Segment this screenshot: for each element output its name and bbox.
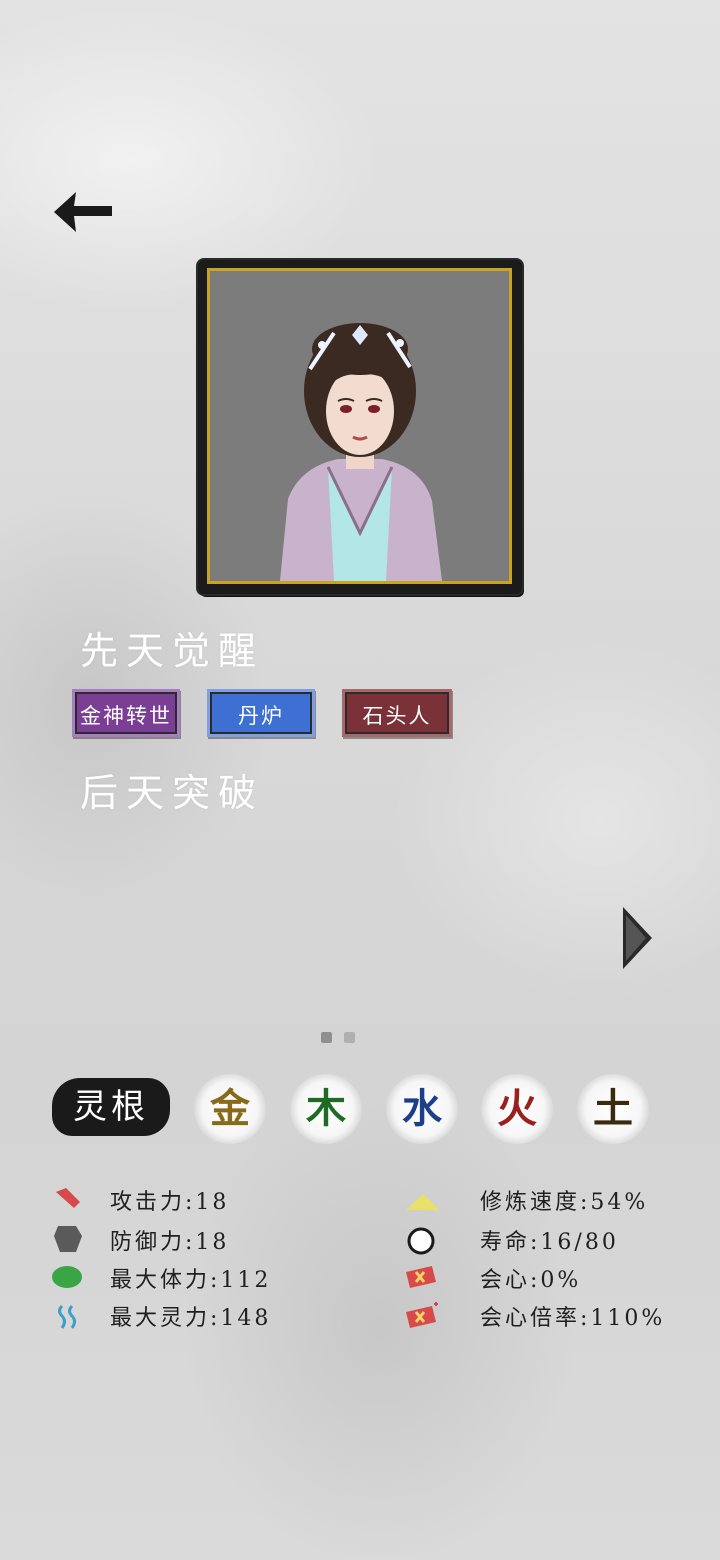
stat-defense: 防御力:18 [110,1230,230,1255]
element-water[interactable]: 水 [386,1074,458,1144]
stat-max-stamina: 最大体力:112 [110,1268,272,1293]
spirit-energy-icon [54,1304,86,1332]
stat-critical: 会心:0% [480,1268,582,1293]
health-icon [50,1264,82,1292]
sword-icon [52,1184,84,1212]
spirit-root-label: 灵根 [52,1078,170,1136]
stat-attack: 攻击力:18 [110,1190,230,1215]
character-portrait-frame [198,260,522,594]
stat-lifespan: 寿命:16/80 [480,1230,619,1255]
trait-button-pill-furnace[interactable]: 丹炉 [207,689,315,737]
stat-cultivation-speed: 修炼速度:54% [480,1190,649,1215]
element-metal[interactable]: 金 [194,1074,266,1144]
element-earth[interactable]: 土 [577,1074,649,1144]
acquired-breakthrough-title: 后天突破 [80,771,265,815]
page-indicator-dot [344,1032,355,1043]
cultivation-speed-icon [404,1190,440,1218]
stat-max-spirit: 最大灵力:148 [110,1306,272,1331]
lifespan-icon [406,1226,438,1255]
next-page-button[interactable] [620,905,654,971]
back-button[interactable] [50,188,116,236]
trait-button-stone-man[interactable]: 石头人 [342,689,452,737]
chevron-right-icon [623,907,652,969]
stat-critical-multiplier: 会心倍率:110% [480,1306,666,1331]
critical-multiplier-icon [404,1302,438,1330]
shield-icon [52,1224,84,1252]
element-wood[interactable]: 木 [290,1074,362,1144]
critical-icon [404,1264,436,1292]
character-portrait [207,268,512,584]
innate-awakening-title: 先天觉醒 [80,629,265,673]
element-fire[interactable]: 火 [481,1074,553,1144]
trait-button-golden-rebirth[interactable]: 金神转世 [72,689,180,737]
page-indicator-dot-active [321,1032,332,1043]
back-arrow-icon [54,192,112,232]
